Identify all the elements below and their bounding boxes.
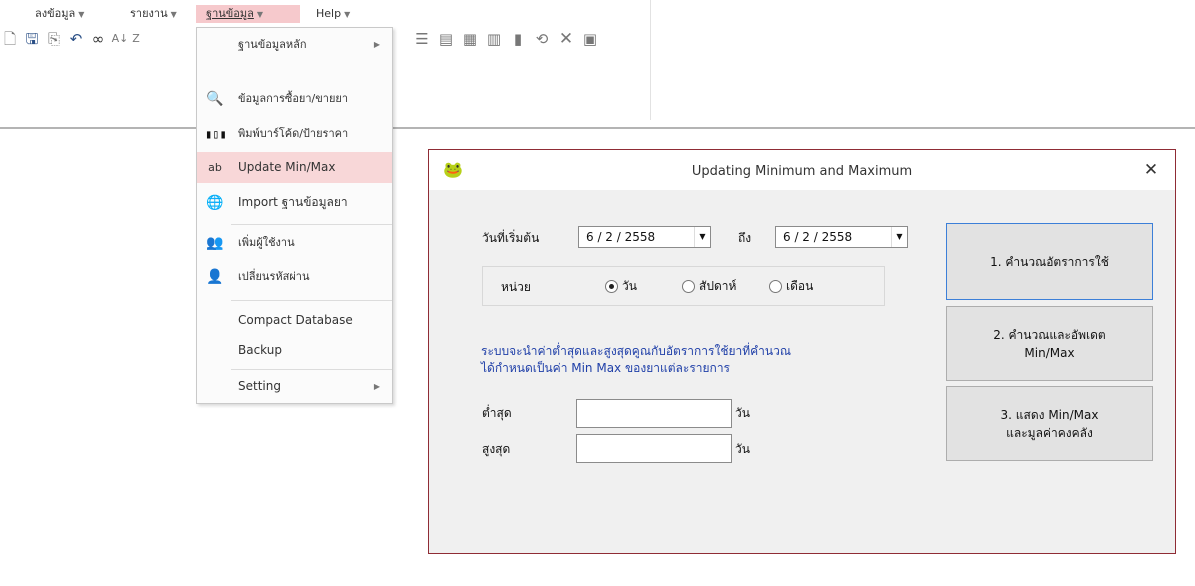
users-icon: 👥 xyxy=(206,235,224,251)
calculate-and-update-button[interactable]: 2. คำนวณและอัพเดต Min/Max xyxy=(946,306,1153,381)
save-icon[interactable]: 🖫 xyxy=(22,28,42,50)
button-label: และมูลค่าคงคลัง xyxy=(1006,425,1093,440)
button-label: 2. คำนวณและอัพเดต xyxy=(993,327,1106,342)
menu-database-label: ฐานข้อมูล xyxy=(206,7,254,20)
min-label: ต่ำสุด xyxy=(482,406,512,420)
menu-item-change-password[interactable]: 👤 เปลี่ยนรหัสผ่าน xyxy=(197,261,392,292)
radio-circle[interactable] xyxy=(682,280,695,293)
start-date-value: 6 / 2 / 2558 xyxy=(586,230,656,244)
menu-item-label: เพิ่มผู้ใช้งาน xyxy=(238,236,295,249)
insert-column-icon[interactable]: ▦ xyxy=(460,28,480,50)
ribbon-divider xyxy=(650,0,651,120)
button-label: 3. แสดง Min/Max xyxy=(1000,407,1099,422)
button-label: Min/Max xyxy=(1024,345,1075,360)
menu-separator xyxy=(231,224,392,225)
menu-item-label: พิมพ์บาร์โค้ด/ป้ายราคา xyxy=(238,127,349,140)
max-unit-label: วัน xyxy=(735,442,750,456)
menu-item-label: ข้อมูลการซื้อยา/ขายยา xyxy=(238,92,349,105)
chevron-down-icon: ▼ xyxy=(256,10,264,19)
menu-report-label: รายงาน xyxy=(130,7,168,20)
menu-item-print-barcode[interactable]: ▮▯▮ พิมพ์บาร์โค้ด/ป้ายราคา xyxy=(197,118,392,149)
spellcheck-icon: ab xyxy=(208,161,222,174)
user-key-icon: 👤 xyxy=(206,269,224,285)
menu-item-compact-database[interactable]: Compact Database xyxy=(197,305,392,336)
chevron-right-icon: ▶ xyxy=(373,382,380,391)
menu-item-update-min-max[interactable]: ab Update Min/Max xyxy=(197,152,392,183)
unit-label: หน่วย xyxy=(501,280,531,294)
menu-item-setting[interactable]: Setting ▶ xyxy=(197,371,392,402)
min-input[interactable] xyxy=(576,399,732,428)
unit-group: หน่วย วัน สัปดาห์ เดือน xyxy=(482,266,885,306)
print-preview-icon[interactable]: ⎘ xyxy=(44,28,64,50)
max-label: สูงสุด xyxy=(482,442,511,456)
chevron-down-icon[interactable]: ▼ xyxy=(694,227,710,247)
end-date-value: 6 / 2 / 2558 xyxy=(783,230,853,244)
menu-help-label: Help xyxy=(316,7,342,20)
menu-separator xyxy=(231,369,392,370)
chevron-down-icon: ▼ xyxy=(78,10,85,19)
chevron-down-icon: ▼ xyxy=(170,10,177,19)
magnifier-icon: 🔍 xyxy=(206,91,224,107)
min-unit-label: วัน xyxy=(735,406,750,420)
menu-separator xyxy=(231,300,392,301)
globe-import-icon: 🌐 xyxy=(206,195,224,211)
menu-item-import-drug-database[interactable]: 🌐 Import ฐานข้อมูลยา xyxy=(197,187,392,218)
menu-item-label: Setting xyxy=(238,379,281,393)
button-label: 1. คำนวณอัตราการใช้ xyxy=(990,254,1109,269)
menu-database[interactable]: ฐานข้อมูล ▼ xyxy=(196,5,300,23)
menu-data-entry[interactable]: ลงข้อมูล ▼ xyxy=(35,5,93,23)
ribbon-bottom-border xyxy=(0,127,1195,129)
undo-icon[interactable]: ↶ xyxy=(66,28,86,50)
close-button[interactable]: ✕ xyxy=(1139,158,1163,182)
chevron-down-icon[interactable]: ▼ xyxy=(891,227,907,247)
max-input[interactable] xyxy=(576,434,732,463)
sort-ascending-icon[interactable]: A↓ xyxy=(110,28,130,50)
menu-item-purchase-sales[interactable]: 🔍 ข้อมูลการซื้อยา/ขายยา xyxy=(197,83,392,114)
new-document-icon[interactable]: 🗋 xyxy=(0,28,20,50)
menu-bar: ลงข้อมูล ▼ รายงาน ▼ ฐานข้อมูล ▼ Help ▼ xyxy=(0,0,650,23)
info-text: ระบบจะนำค่าต่ำสุดและสูงสุดคูณกับอัตราการ… xyxy=(481,343,921,377)
insert-column-2-icon[interactable]: ▥ xyxy=(484,28,504,50)
radio-week-label: สัปดาห์ xyxy=(699,279,737,293)
menu-report[interactable]: รายงาน ▼ xyxy=(130,5,182,23)
chart-icon[interactable]: ▮ xyxy=(508,28,528,50)
calculate-usage-rate-button[interactable]: 1. คำนวณอัตราการใช้ xyxy=(946,223,1153,300)
radio-circle[interactable] xyxy=(605,280,618,293)
sort-descending-icon[interactable]: Z xyxy=(130,28,142,50)
menu-item-label: ฐานข้อมูลหลัก xyxy=(238,38,307,51)
barcode-icon: ▮▯▮ xyxy=(205,127,227,141)
database-dropdown-menu: ฐานข้อมูลหลัก ▶ 🔍 ข้อมูลการซื้อยา/ขายยา … xyxy=(196,27,393,404)
delete-icon[interactable]: ✕ xyxy=(556,28,576,50)
radio-month-label: เดือน xyxy=(786,279,814,293)
info-line: ได้กำหนดเป็นค่า Min Max ของยาแต่ละรายการ xyxy=(481,361,730,375)
radio-day-label: วัน xyxy=(622,279,637,293)
info-line: ระบบจะนำค่าต่ำสุดและสูงสุดคูณกับอัตราการ… xyxy=(481,344,791,358)
dialog-title: Updating Minimum and Maximum xyxy=(691,164,913,179)
binoculars-icon[interactable]: ∞ xyxy=(88,28,108,50)
update-min-max-dialog: 🐸 Updating Minimum and Maximum ✕ วันที่เ… xyxy=(428,149,1176,554)
refresh-icon[interactable]: ⟲ xyxy=(532,28,552,50)
menu-item-main-database[interactable]: ฐานข้อมูลหลัก ▶ xyxy=(197,29,392,60)
menu-data-entry-label: ลงข้อมูล xyxy=(35,7,76,20)
insert-row-icon[interactable]: ☰ xyxy=(412,28,432,50)
menu-help[interactable]: Help ▼ xyxy=(316,5,364,23)
chevron-right-icon: ▶ xyxy=(373,40,380,49)
menu-item-backup[interactable]: Backup xyxy=(197,335,392,366)
menu-item-label: Compact Database xyxy=(238,313,353,327)
menu-item-label: Import ฐานข้อมูลยา xyxy=(238,195,348,209)
menu-item-label: Backup xyxy=(238,343,282,357)
show-min-max-button[interactable]: 3. แสดง Min/Max และมูลค่าคงคลัง xyxy=(946,386,1153,461)
start-date-picker[interactable]: 6 / 2 / 2558 ▼ xyxy=(578,226,711,248)
export-excel-icon[interactable]: ▣ xyxy=(580,28,600,50)
radio-circle[interactable] xyxy=(769,280,782,293)
chevron-down-icon: ▼ xyxy=(344,10,351,19)
dialog-titlebar[interactable]: 🐸 Updating Minimum and Maximum ✕ xyxy=(429,150,1175,190)
form-icon[interactable]: ▤ xyxy=(436,28,456,50)
to-label: ถึง xyxy=(738,231,752,245)
end-date-picker[interactable]: 6 / 2 / 2558 ▼ xyxy=(775,226,908,248)
start-date-label: วันที่เริ่มต้น xyxy=(482,231,540,245)
menu-item-label: เปลี่ยนรหัสผ่าน xyxy=(238,270,310,283)
menu-item-add-user[interactable]: 👥 เพิ่มผู้ใช้งาน xyxy=(197,227,392,258)
menu-item-label: Update Min/Max xyxy=(238,160,336,174)
